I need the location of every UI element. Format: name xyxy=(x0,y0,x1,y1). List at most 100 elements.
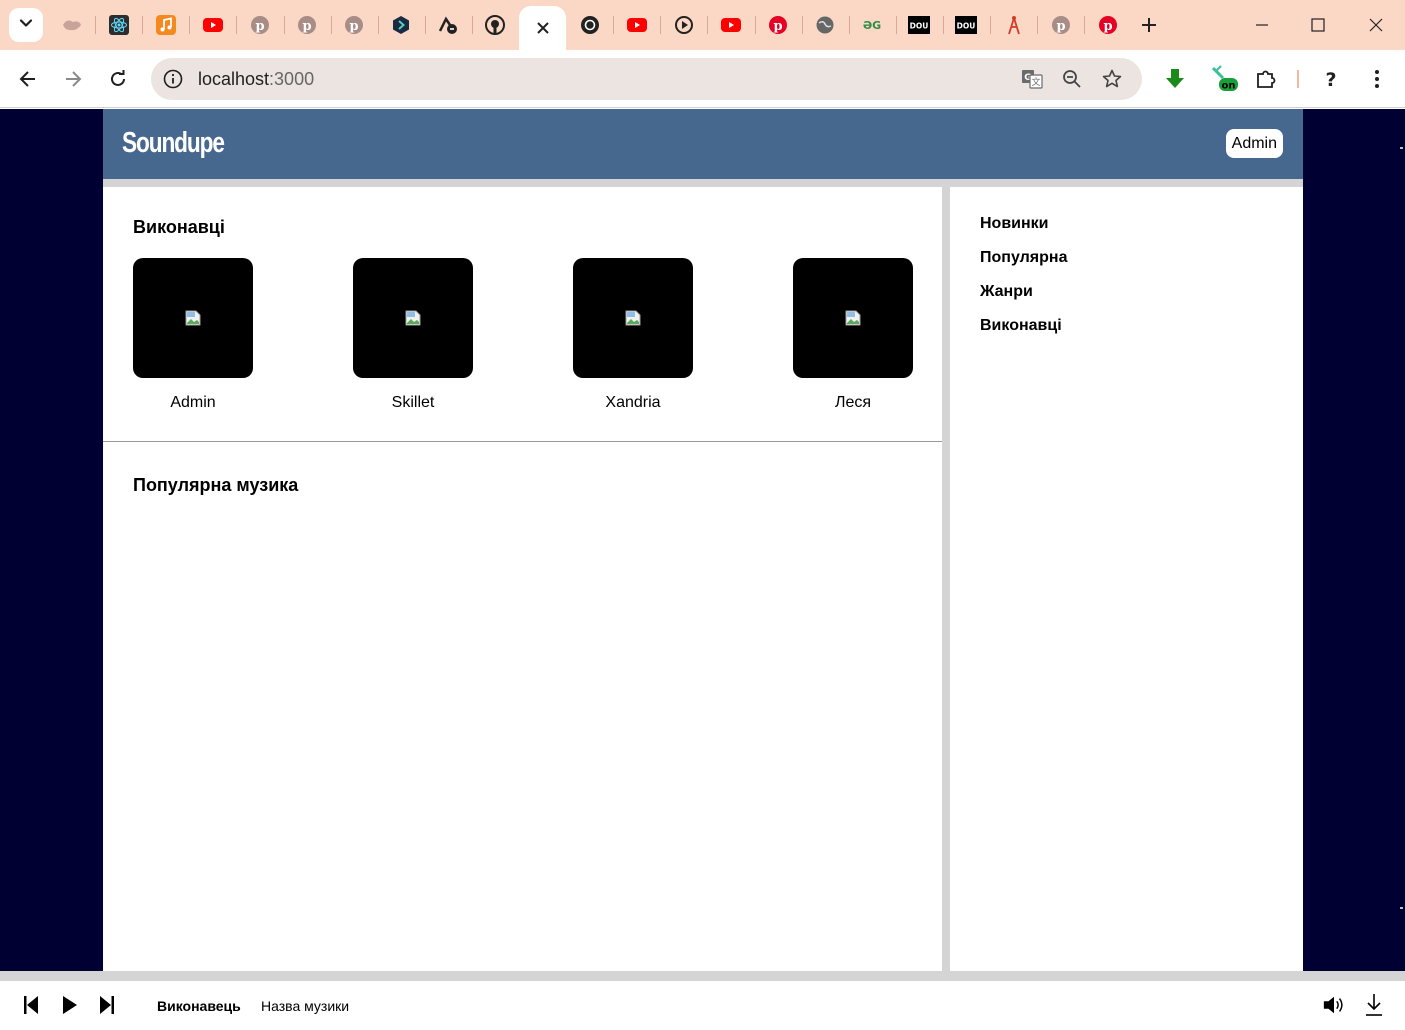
tab-separator xyxy=(471,16,473,34)
tab-separator xyxy=(801,16,803,34)
previous-track-button[interactable] xyxy=(19,993,43,1017)
browser-tab[interactable]: DOU xyxy=(896,8,943,42)
browser-tab[interactable]: p xyxy=(331,8,378,42)
artist-card[interactable]: Xandria xyxy=(573,258,693,412)
play-button[interactable] xyxy=(58,993,82,1017)
artist-name[interactable]: Admin xyxy=(133,394,253,412)
broken-image-icon xyxy=(625,310,641,326)
close-window-button[interactable] xyxy=(1361,10,1391,40)
zoom-icon[interactable] xyxy=(1060,67,1084,91)
site-info-icon[interactable] xyxy=(161,67,185,91)
tab-search-button[interactable] xyxy=(9,8,43,42)
url-port: :3000 xyxy=(269,69,315,89)
browser-tab[interactable] xyxy=(142,8,189,42)
music-player-bar: Виконавець Назва музики xyxy=(0,971,1405,1030)
scrollbar-marker[interactable] xyxy=(1400,147,1403,149)
sidebar-link[interactable]: Виконавці xyxy=(980,317,1062,335)
artist-image[interactable] xyxy=(793,258,913,378)
next-track-button[interactable] xyxy=(95,993,119,1017)
artist-name[interactable]: Леся xyxy=(793,394,913,412)
artist-card[interactable]: Admin xyxy=(133,258,253,412)
url-text: localhost:3000 xyxy=(198,69,314,90)
browser-tab[interactable] xyxy=(95,8,142,42)
bookmark-star-icon[interactable] xyxy=(1100,67,1124,91)
browser-tab[interactable] xyxy=(566,8,613,42)
artist-name[interactable]: Skillet xyxy=(353,394,473,412)
skip-previous-icon xyxy=(24,996,38,1014)
browser-tab[interactable]: p xyxy=(1037,8,1084,42)
openai-icon xyxy=(580,15,600,35)
pinterest-icon: p xyxy=(250,15,270,35)
extension-on-icon[interactable]: on xyxy=(1208,63,1240,95)
extensions-puzzle-icon[interactable] xyxy=(1250,63,1282,95)
browser-tab[interactable]: p xyxy=(755,8,802,42)
scrollbar-marker[interactable] xyxy=(1400,907,1403,909)
browser-tab[interactable]: p xyxy=(236,8,283,42)
back-button[interactable] xyxy=(11,62,45,96)
browser-tab[interactable]: p xyxy=(284,8,331,42)
help-icon[interactable]: ? xyxy=(1315,63,1347,95)
forward-button[interactable] xyxy=(56,62,90,96)
minimize-button[interactable] xyxy=(1247,10,1277,40)
artist-image[interactable] xyxy=(133,258,253,378)
dou-icon: DOU xyxy=(955,16,978,34)
sidebar-link[interactable]: Новинки xyxy=(980,215,1049,233)
download-extension-icon[interactable] xyxy=(1159,63,1191,95)
maximize-icon xyxy=(1311,18,1325,32)
browser-tab[interactable] xyxy=(613,8,660,42)
maximize-button[interactable] xyxy=(1303,10,1333,40)
artist-image[interactable] xyxy=(353,258,473,378)
main-content: Виконавці Admin Skillet Xandria Леся Популя… xyxy=(103,187,942,971)
browser-tab[interactable] xyxy=(802,8,849,42)
sidebar-link[interactable]: Жанри xyxy=(980,283,1033,301)
artist-card[interactable]: Skillet xyxy=(353,258,473,412)
tab-separator xyxy=(283,16,285,34)
browser-tab[interactable] xyxy=(707,8,754,42)
browser-tab[interactable]: DOU xyxy=(943,8,990,42)
address-bar[interactable]: localhost:3000 G文 xyxy=(151,58,1142,100)
svg-text:?: ? xyxy=(1325,69,1336,89)
sidebar-link[interactable]: Популярна xyxy=(980,249,1067,267)
svg-text:p: p xyxy=(350,19,359,34)
geeksforgeeks-icon: ƏG xyxy=(861,18,883,32)
play-circle-icon xyxy=(674,15,694,35)
arrow-left-icon xyxy=(19,71,35,87)
tab-separator xyxy=(942,16,944,34)
youtube-icon xyxy=(202,18,223,32)
new-tab-button[interactable] xyxy=(1135,11,1163,39)
whale-icon xyxy=(61,16,83,34)
user-profile-button[interactable]: Admin xyxy=(1225,129,1283,158)
reload-button[interactable] xyxy=(101,62,135,96)
browser-tab[interactable] xyxy=(990,8,1037,42)
chevron-down-icon xyxy=(19,16,33,35)
page-viewport: Soundupe Admin Виконавці Admin Skillet Xan… xyxy=(0,109,1405,1030)
browser-tab[interactable] xyxy=(378,8,425,42)
hex-icon xyxy=(391,15,411,35)
browser-tab[interactable]: ƏG xyxy=(849,8,896,42)
svg-text:p: p xyxy=(302,19,311,34)
app-logo[interactable]: Soundupe xyxy=(122,127,225,160)
translate-icon[interactable]: G文 xyxy=(1020,67,1044,91)
browser-tab[interactable] xyxy=(519,6,566,50)
svg-text:DOU: DOU xyxy=(910,22,929,31)
pinterest-icon: p xyxy=(768,15,788,35)
player-inner: Виконавець Назва музики xyxy=(0,981,1405,1030)
browser-menu-icon[interactable] xyxy=(1361,63,1393,95)
artist-card[interactable]: Леся xyxy=(793,258,913,412)
skip-next-icon xyxy=(100,996,114,1014)
browser-tab[interactable]: p xyxy=(1084,8,1131,42)
browser-tab[interactable] xyxy=(472,8,519,42)
download-icon xyxy=(1366,994,1382,1016)
browser-tab[interactable] xyxy=(425,8,472,42)
artist-image[interactable] xyxy=(573,258,693,378)
globe-icon xyxy=(815,15,835,35)
download-button[interactable] xyxy=(1362,993,1386,1017)
browser-tab[interactable] xyxy=(660,8,707,42)
artist-name[interactable]: Xandria xyxy=(573,394,693,412)
browser-tab[interactable] xyxy=(48,8,95,42)
browser-tab[interactable] xyxy=(189,8,236,42)
youtube-icon xyxy=(626,18,647,32)
broken-image-icon xyxy=(185,310,201,326)
volume-button[interactable] xyxy=(1322,993,1346,1017)
close-icon[interactable] xyxy=(536,22,549,34)
